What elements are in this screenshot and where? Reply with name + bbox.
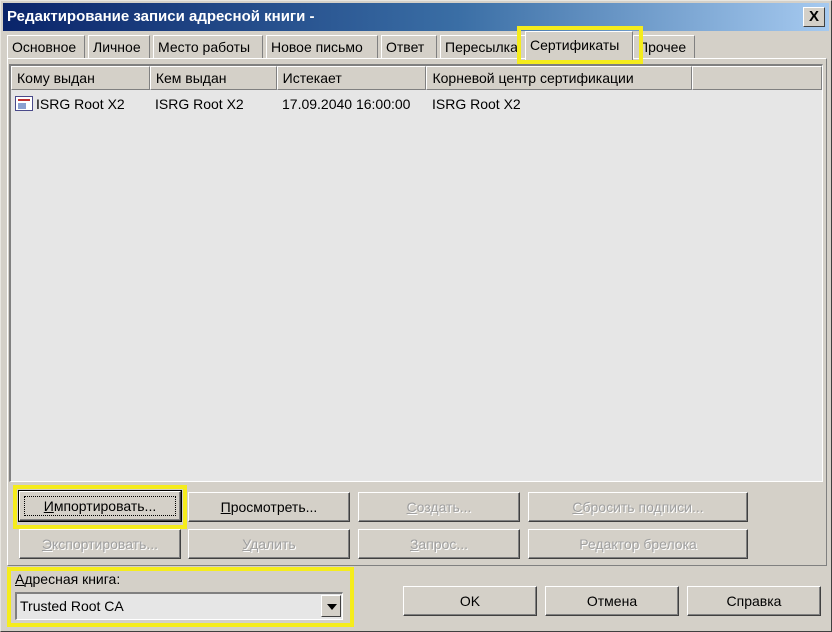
request-button[interactable]: Запрос... [358, 529, 520, 559]
window-title: Редактирование записи адресной книги - [7, 8, 315, 25]
view-button[interactable]: Просмотреть... [188, 492, 350, 522]
reset-signatures-button[interactable]: Сбросить подписи... [528, 492, 748, 522]
tab-general[interactable]: Основное [7, 35, 85, 59]
ok-button[interactable]: OK [403, 586, 537, 616]
delete-button[interactable]: Удалить [188, 529, 350, 559]
cancel-button[interactable]: Отмена [545, 586, 679, 616]
export-button[interactable]: Экспортировать... [19, 529, 181, 559]
tab-work[interactable]: Место работы [153, 35, 263, 59]
address-book-label: Адресная книга: [15, 571, 121, 587]
title-bar[interactable]: Редактирование записи адресной книги - X [3, 3, 829, 31]
address-book-entry-dialog: Редактирование записи адресной книги - X… [0, 0, 832, 632]
certificate-list[interactable]: Кому выдан Кем выдан Истекает Корневой ц… [9, 64, 823, 482]
table-row[interactable]: ISRG Root X2 ISRG Root X2 17.09.2040 16:… [11, 94, 822, 114]
keyring-editor-button[interactable]: Редактор брелока [528, 529, 748, 559]
tab-certificates[interactable]: Сертификаты [525, 31, 633, 60]
close-icon: X [808, 8, 819, 25]
cell-root-ca: ISRG Root X2 [432, 96, 521, 112]
address-book-select[interactable]: Trusted Root CA [15, 592, 343, 620]
tab-personal[interactable]: Личное [88, 35, 150, 59]
column-header-filler [692, 66, 822, 90]
cell-issued-to: ISRG Root X2 [36, 96, 125, 112]
column-header-issued-by[interactable]: Кем выдан [149, 66, 277, 90]
tab-reply[interactable]: Ответ [381, 35, 437, 59]
list-header: Кому выдан Кем выдан Истекает Корневой ц… [11, 66, 822, 90]
tab-strip: Основное Личное Место работы Новое письм… [7, 31, 827, 60]
column-header-root-ca[interactable]: Корневой центр сертификации [426, 66, 693, 90]
create-button[interactable]: Создать... [358, 492, 520, 522]
tab-forward[interactable]: Пересылка [440, 35, 530, 59]
column-header-issued-to[interactable]: Кому выдан [11, 66, 150, 90]
tab-other[interactable]: Прочее [633, 35, 695, 59]
help-button[interactable]: Справка [687, 586, 821, 616]
cell-issued-by: ISRG Root X2 [155, 96, 244, 112]
focus-rect [24, 496, 176, 516]
certificate-icon [15, 96, 33, 111]
tab-new-message[interactable]: Новое письмо [266, 35, 378, 59]
address-book-value: Trusted Root CA [20, 598, 124, 614]
chevron-down-icon[interactable] [321, 595, 341, 617]
cell-expires: 17.09.2040 16:00:00 [282, 96, 411, 112]
close-button[interactable]: X [803, 7, 825, 27]
import-button[interactable]: Импортировать... [18, 490, 182, 522]
column-header-expires[interactable]: Истекает [276, 66, 427, 90]
